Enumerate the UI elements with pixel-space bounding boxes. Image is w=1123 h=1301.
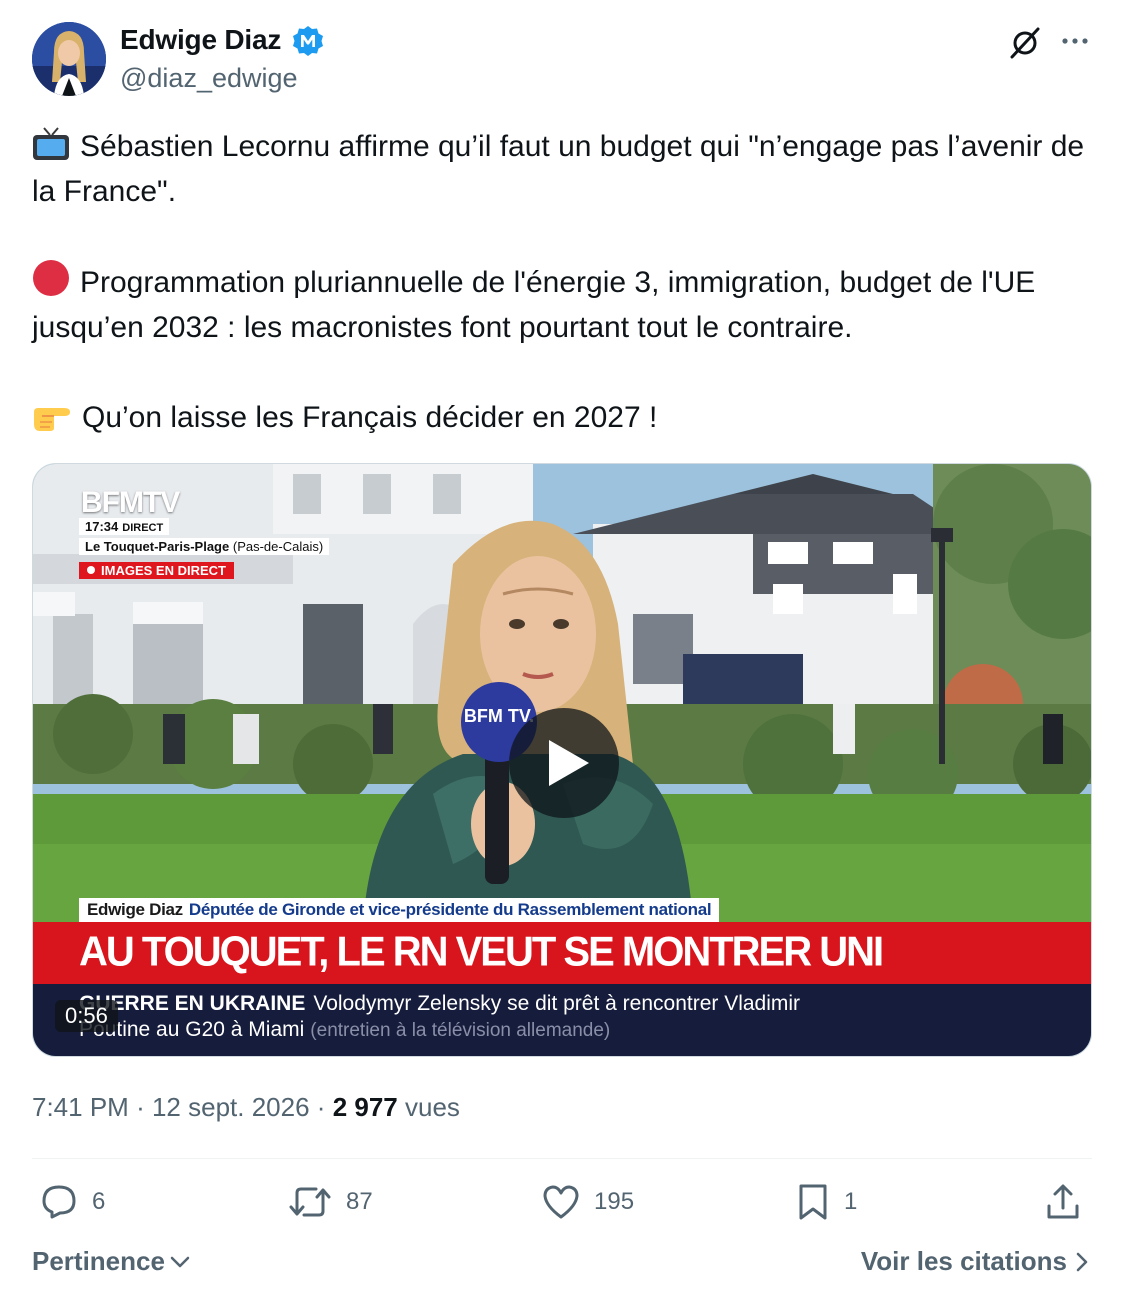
- reply-count: 6: [92, 1188, 106, 1215]
- headline-banner: AU TOUQUET, LE RN VEUT SE MONTRER UNI: [33, 922, 1091, 984]
- live-time-box: 17:34 DIRECT: [79, 518, 170, 535]
- sort-label: Pertinence: [32, 1246, 165, 1276]
- like-button[interactable]: 195: [542, 1180, 634, 1224]
- author-handle[interactable]: @diaz_edwige: [120, 63, 298, 94]
- chevron-down-icon: [170, 1256, 190, 1267]
- video-duration: 0:56: [55, 1000, 118, 1032]
- mic-label: BFM TV.: [464, 706, 534, 726]
- verified-m-badge-icon: [293, 26, 323, 56]
- tweet-paragraph: Sébastien Lecornu affirme qu’il faut un …: [32, 124, 1092, 214]
- sort-dropdown[interactable]: Pertinence: [32, 1246, 191, 1277]
- play-icon: [549, 740, 589, 786]
- bookmark-icon: [799, 1184, 827, 1220]
- divider: [32, 1158, 1092, 1159]
- tweet-meta: 7:41 PM · 12 sept. 2026 · 2 977 vues: [32, 1092, 460, 1122]
- speaker-lower-third: Edwige Diaz Députée de Gironde et vice-pr…: [79, 898, 720, 922]
- views-label: vues: [405, 1092, 460, 1122]
- more-options-icon[interactable]: [1058, 28, 1092, 54]
- avatar[interactable]: [32, 22, 106, 96]
- bookmark-button[interactable]: 1: [796, 1180, 857, 1224]
- live-images-badge: IMAGES EN DIRECT: [79, 562, 234, 579]
- like-count: 195: [594, 1188, 635, 1215]
- ticker-line: Volodymyr Zelensky se dit prêt à rencont…: [313, 992, 801, 1015]
- ticker-note: (entretien à la télévision allemande): [310, 1020, 611, 1041]
- news-ticker: GUERRE EN UKRAINE Volodymyr Zelensky se d…: [33, 984, 1091, 1056]
- headline: AU TOUQUET, LE RN VEUT SE MONTRER UNI: [79, 928, 884, 976]
- live-dot-icon: [87, 566, 95, 574]
- heart-icon: [543, 1185, 579, 1219]
- grok-icon[interactable]: [1008, 26, 1042, 60]
- quotes-label: Voir les citations: [860, 1246, 1067, 1276]
- tweet-paragraph: Programmation pluriannuelle de l'énergie…: [32, 259, 1092, 350]
- views-count: 2 977: [332, 1092, 398, 1122]
- tweet-time[interactable]: 7:41 PM: [32, 1092, 129, 1122]
- share-icon: [1047, 1184, 1079, 1219]
- television-icon: [33, 127, 69, 160]
- reply-icon: [42, 1185, 76, 1219]
- chevron-right-icon: [1076, 1252, 1088, 1271]
- tweet-text: Sébastien Lecornu affirme qu’il faut un …: [32, 124, 1092, 440]
- play-button[interactable]: [509, 708, 619, 818]
- repost-button[interactable]: 87: [288, 1180, 373, 1224]
- repost-icon: [289, 1187, 331, 1217]
- video-player[interactable]: BFM TV. BFMTV 17:34 DIRECT Le Touquet-Par…: [32, 463, 1092, 1057]
- share-button[interactable]: [1044, 1180, 1096, 1224]
- display-name[interactable]: Edwige Diaz: [120, 24, 281, 56]
- channel-logo: BFMTV: [81, 486, 180, 519]
- reply-button[interactable]: 6: [40, 1180, 105, 1224]
- tweet-date[interactable]: 12 sept. 2026: [152, 1092, 310, 1122]
- view-quotes-link[interactable]: Voir les citations: [861, 1246, 1091, 1277]
- tweet-paragraph: Qu’on laisse les Français décider en 202…: [32, 395, 1092, 440]
- bookmark-count: 1: [844, 1188, 858, 1215]
- location-box: Le Touquet-Paris-Plage (Pas-de-Calais): [79, 538, 330, 555]
- red-circle-icon: [33, 260, 69, 296]
- pointing-hand-icon: [34, 408, 70, 431]
- repost-count: 87: [346, 1188, 373, 1215]
